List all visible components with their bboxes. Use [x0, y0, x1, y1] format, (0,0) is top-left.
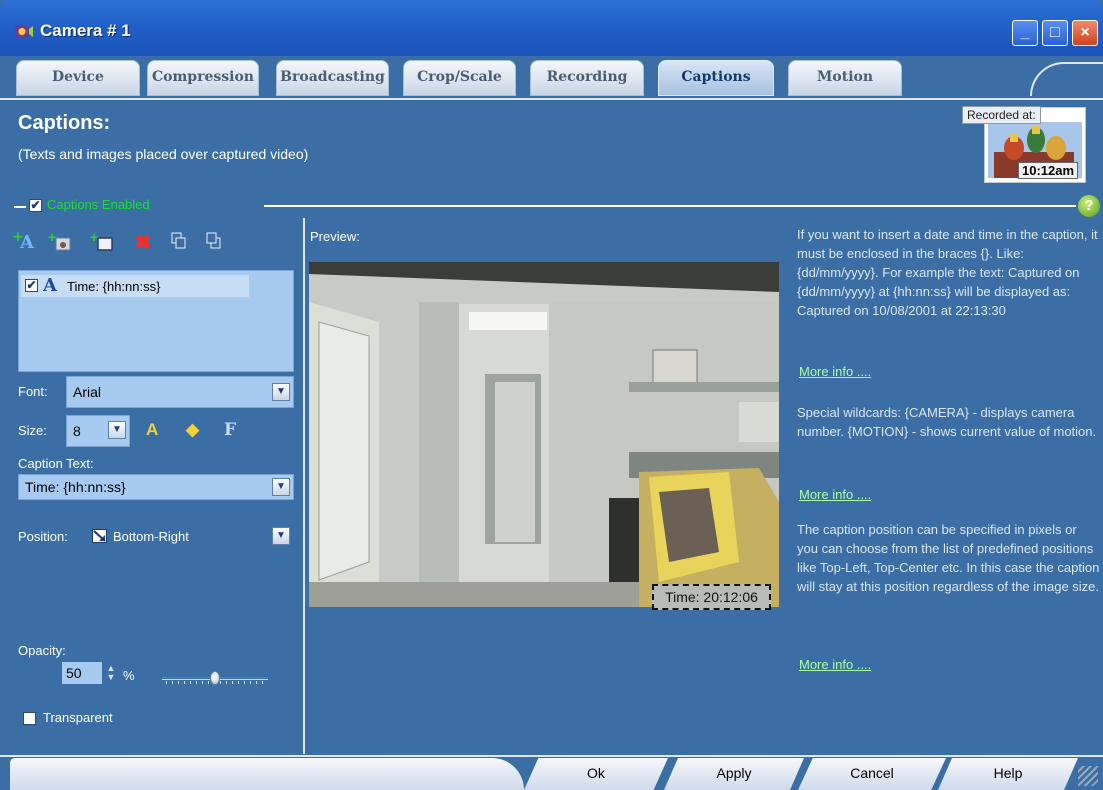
transparent-label[interactable]: Transparent [43, 710, 113, 725]
maximize-button[interactable]: □ [1042, 20, 1068, 46]
size-label: Size: [18, 423, 47, 438]
list-item[interactable]: ✔ A Time: {hh:nn:ss} [21, 275, 249, 297]
section-separator-left [14, 206, 26, 208]
caption-item-text: Time: {hh:nn:ss} [67, 279, 161, 294]
chevron-down-icon[interactable]: ▼ [272, 478, 290, 496]
help-paragraph-position: The caption position can be specified in… [797, 522, 1100, 594]
caption-list[interactable]: ✔ A Time: {hh:nn:ss} [18, 270, 294, 372]
minimize-button[interactable]: _ [1012, 20, 1038, 46]
resize-grip-icon[interactable] [1078, 766, 1098, 786]
move-up-icon[interactable] [168, 232, 190, 254]
captions-enabled-checkbox[interactable]: ✔ [29, 199, 42, 212]
chevron-down-icon[interactable]: ▼ [272, 527, 290, 545]
font-select[interactable]: Arial [66, 376, 294, 408]
opacity-label: Opacity: [18, 643, 66, 658]
opacity-input[interactable]: 50 [62, 662, 102, 684]
page-subtitle: (Texts and images placed over captured v… [18, 146, 309, 162]
font-style-icon[interactable]: F [224, 420, 236, 440]
preview-label: Preview: [310, 229, 360, 244]
tab-captions[interactable]: Captions [658, 60, 774, 96]
font-color-icon[interactable]: A [146, 420, 158, 440]
title-bar: Camera # 1 _ □ × [0, 0, 1103, 58]
tab-crop-scale[interactable]: Crop/Scale [403, 60, 516, 96]
more-info-link[interactable]: More info .... [799, 657, 871, 672]
minimize-icon: _ [1020, 24, 1030, 41]
close-icon: × [1080, 24, 1090, 41]
vertical-divider [303, 218, 305, 754]
delete-icon[interactable]: ✖ [132, 232, 154, 254]
preview-image [309, 262, 779, 607]
recorded-time: 10:12am [1018, 162, 1079, 179]
camera-app-icon [15, 26, 33, 37]
caption-overlay[interactable]: Time: 20:12:06 [652, 584, 771, 610]
more-info-link[interactable]: More info .... [799, 364, 871, 379]
bottom-bar-panel [10, 758, 524, 790]
add-image-icon[interactable]: + [48, 229, 74, 254]
maximize-icon: □ [1050, 24, 1060, 41]
tab-strip-swoosh [1030, 62, 1103, 96]
add-rectangle-icon[interactable]: + [90, 229, 116, 254]
close-button[interactable]: × [1072, 20, 1098, 46]
caption-item-checkbox[interactable]: ✔ [25, 279, 38, 292]
section-separator-right [264, 205, 1076, 207]
chevron-down-icon[interactable]: ▼ [272, 383, 290, 401]
caption-text-label: Caption Text: [18, 456, 94, 471]
tab-underline [0, 98, 1103, 100]
tab-compression[interactable]: Compression [147, 60, 259, 96]
tab-device[interactable]: Device [16, 60, 140, 96]
position-value[interactable]: Bottom-Right [113, 529, 189, 544]
font-label: Font: [18, 384, 48, 399]
caption-text-input[interactable]: Time: {hh:nn:ss} [18, 474, 294, 500]
tab-recording[interactable]: Recording [530, 60, 644, 96]
add-text-icon[interactable]: + A [12, 229, 38, 254]
opacity-slider-thumb[interactable] [210, 671, 220, 685]
help-paragraph-wildcards: Special wildcards: {CAMERA} - displays c… [797, 405, 1097, 439]
opacity-unit: % [123, 668, 135, 683]
fill-color-icon[interactable]: ◆ [186, 420, 199, 440]
tab-broadcasting[interactable]: Broadcasting [276, 60, 389, 96]
window-title: Camera # 1 [40, 21, 131, 40]
position-label: Position: [18, 529, 68, 544]
more-info-link[interactable]: More info .... [799, 487, 871, 502]
tab-strip: Device Compression Broadcasting Crop/Sca… [0, 56, 1103, 100]
text-caption-icon: A [43, 275, 57, 296]
chevron-down-icon[interactable]: ▼ [108, 421, 126, 439]
captions-enabled-label[interactable]: Captions Enabled [47, 197, 150, 212]
page-title: Captions: [18, 112, 111, 134]
recorded-at-label: Recorded at: [962, 106, 1041, 124]
bottom-right-icon [92, 529, 107, 543]
cancel-button[interactable]: Cancel [798, 758, 946, 790]
ok-button[interactable]: Ok [524, 758, 668, 790]
tab-motion[interactable]: Motion [788, 60, 902, 96]
opacity-spinner[interactable]: ▲ ▼ [104, 664, 118, 682]
help-paragraph-date: If you want to insert a date and time in… [797, 227, 1098, 318]
help-icon[interactable]: ? [1078, 195, 1100, 217]
help-button[interactable]: Help [938, 758, 1078, 790]
move-down-icon[interactable] [203, 232, 225, 254]
transparent-checkbox[interactable] [23, 712, 36, 725]
apply-button[interactable]: Apply [664, 758, 804, 790]
